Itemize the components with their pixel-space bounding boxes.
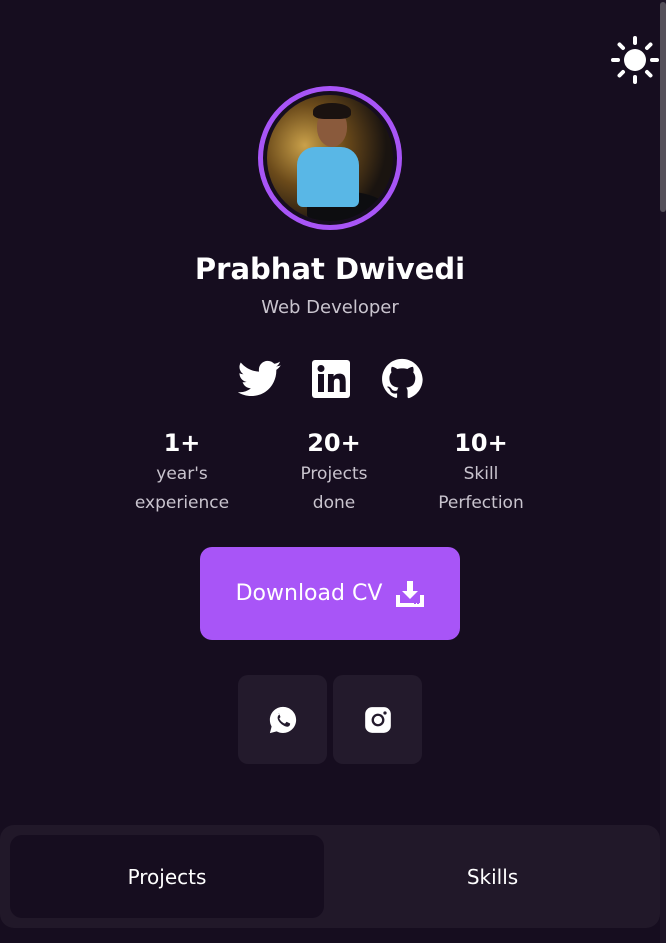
stat-projects: 20+ Projects done	[274, 426, 394, 518]
stat-value: 20+	[307, 429, 361, 457]
linkedin-icon	[312, 360, 350, 398]
stat-experience: 1+ year's experience	[122, 426, 242, 518]
tab-bar: Projects Skills	[0, 825, 660, 928]
stat-value: 1+	[163, 429, 201, 457]
instagram-button[interactable]	[333, 675, 422, 764]
linkedin-link[interactable]	[309, 358, 353, 400]
stat-label: Perfection	[438, 493, 524, 513]
scrollbar-thumb[interactable]	[660, 2, 666, 212]
download-icon	[396, 580, 425, 607]
whatsapp-icon	[269, 706, 296, 733]
twitter-link[interactable]	[238, 358, 282, 400]
stat-skills: 10+ Skill Perfection	[421, 426, 541, 518]
avatar	[258, 86, 402, 230]
stat-label: Skill	[463, 464, 499, 484]
stat-label: Projects	[300, 464, 368, 484]
stat-value: 10+	[454, 429, 508, 457]
download-cv-button[interactable]: Download CV	[200, 547, 460, 640]
tab-label: Projects	[127, 864, 207, 889]
profile-name: Prabhat Dwivedi	[194, 252, 466, 286]
instagram-icon	[364, 706, 391, 733]
stat-label: done	[312, 493, 356, 513]
profile-photo	[267, 95, 393, 221]
download-cv-label: Download CV	[235, 581, 383, 606]
github-link[interactable]	[380, 358, 424, 400]
tab-label: Skills	[466, 864, 519, 889]
tab-projects[interactable]: Projects	[10, 835, 324, 918]
whatsapp-button[interactable]	[238, 675, 327, 764]
stat-label: year's	[156, 464, 208, 484]
tab-skills[interactable]: Skills	[330, 835, 655, 918]
stat-label: experience	[134, 493, 230, 513]
profile-role: Web Developer	[261, 297, 399, 318]
theme-toggle-button[interactable]	[610, 35, 660, 85]
scrollbar[interactable]	[660, 0, 666, 943]
twitter-icon	[238, 360, 282, 397]
sun-icon	[611, 36, 659, 84]
github-icon	[382, 358, 423, 399]
social-links	[238, 357, 424, 401]
